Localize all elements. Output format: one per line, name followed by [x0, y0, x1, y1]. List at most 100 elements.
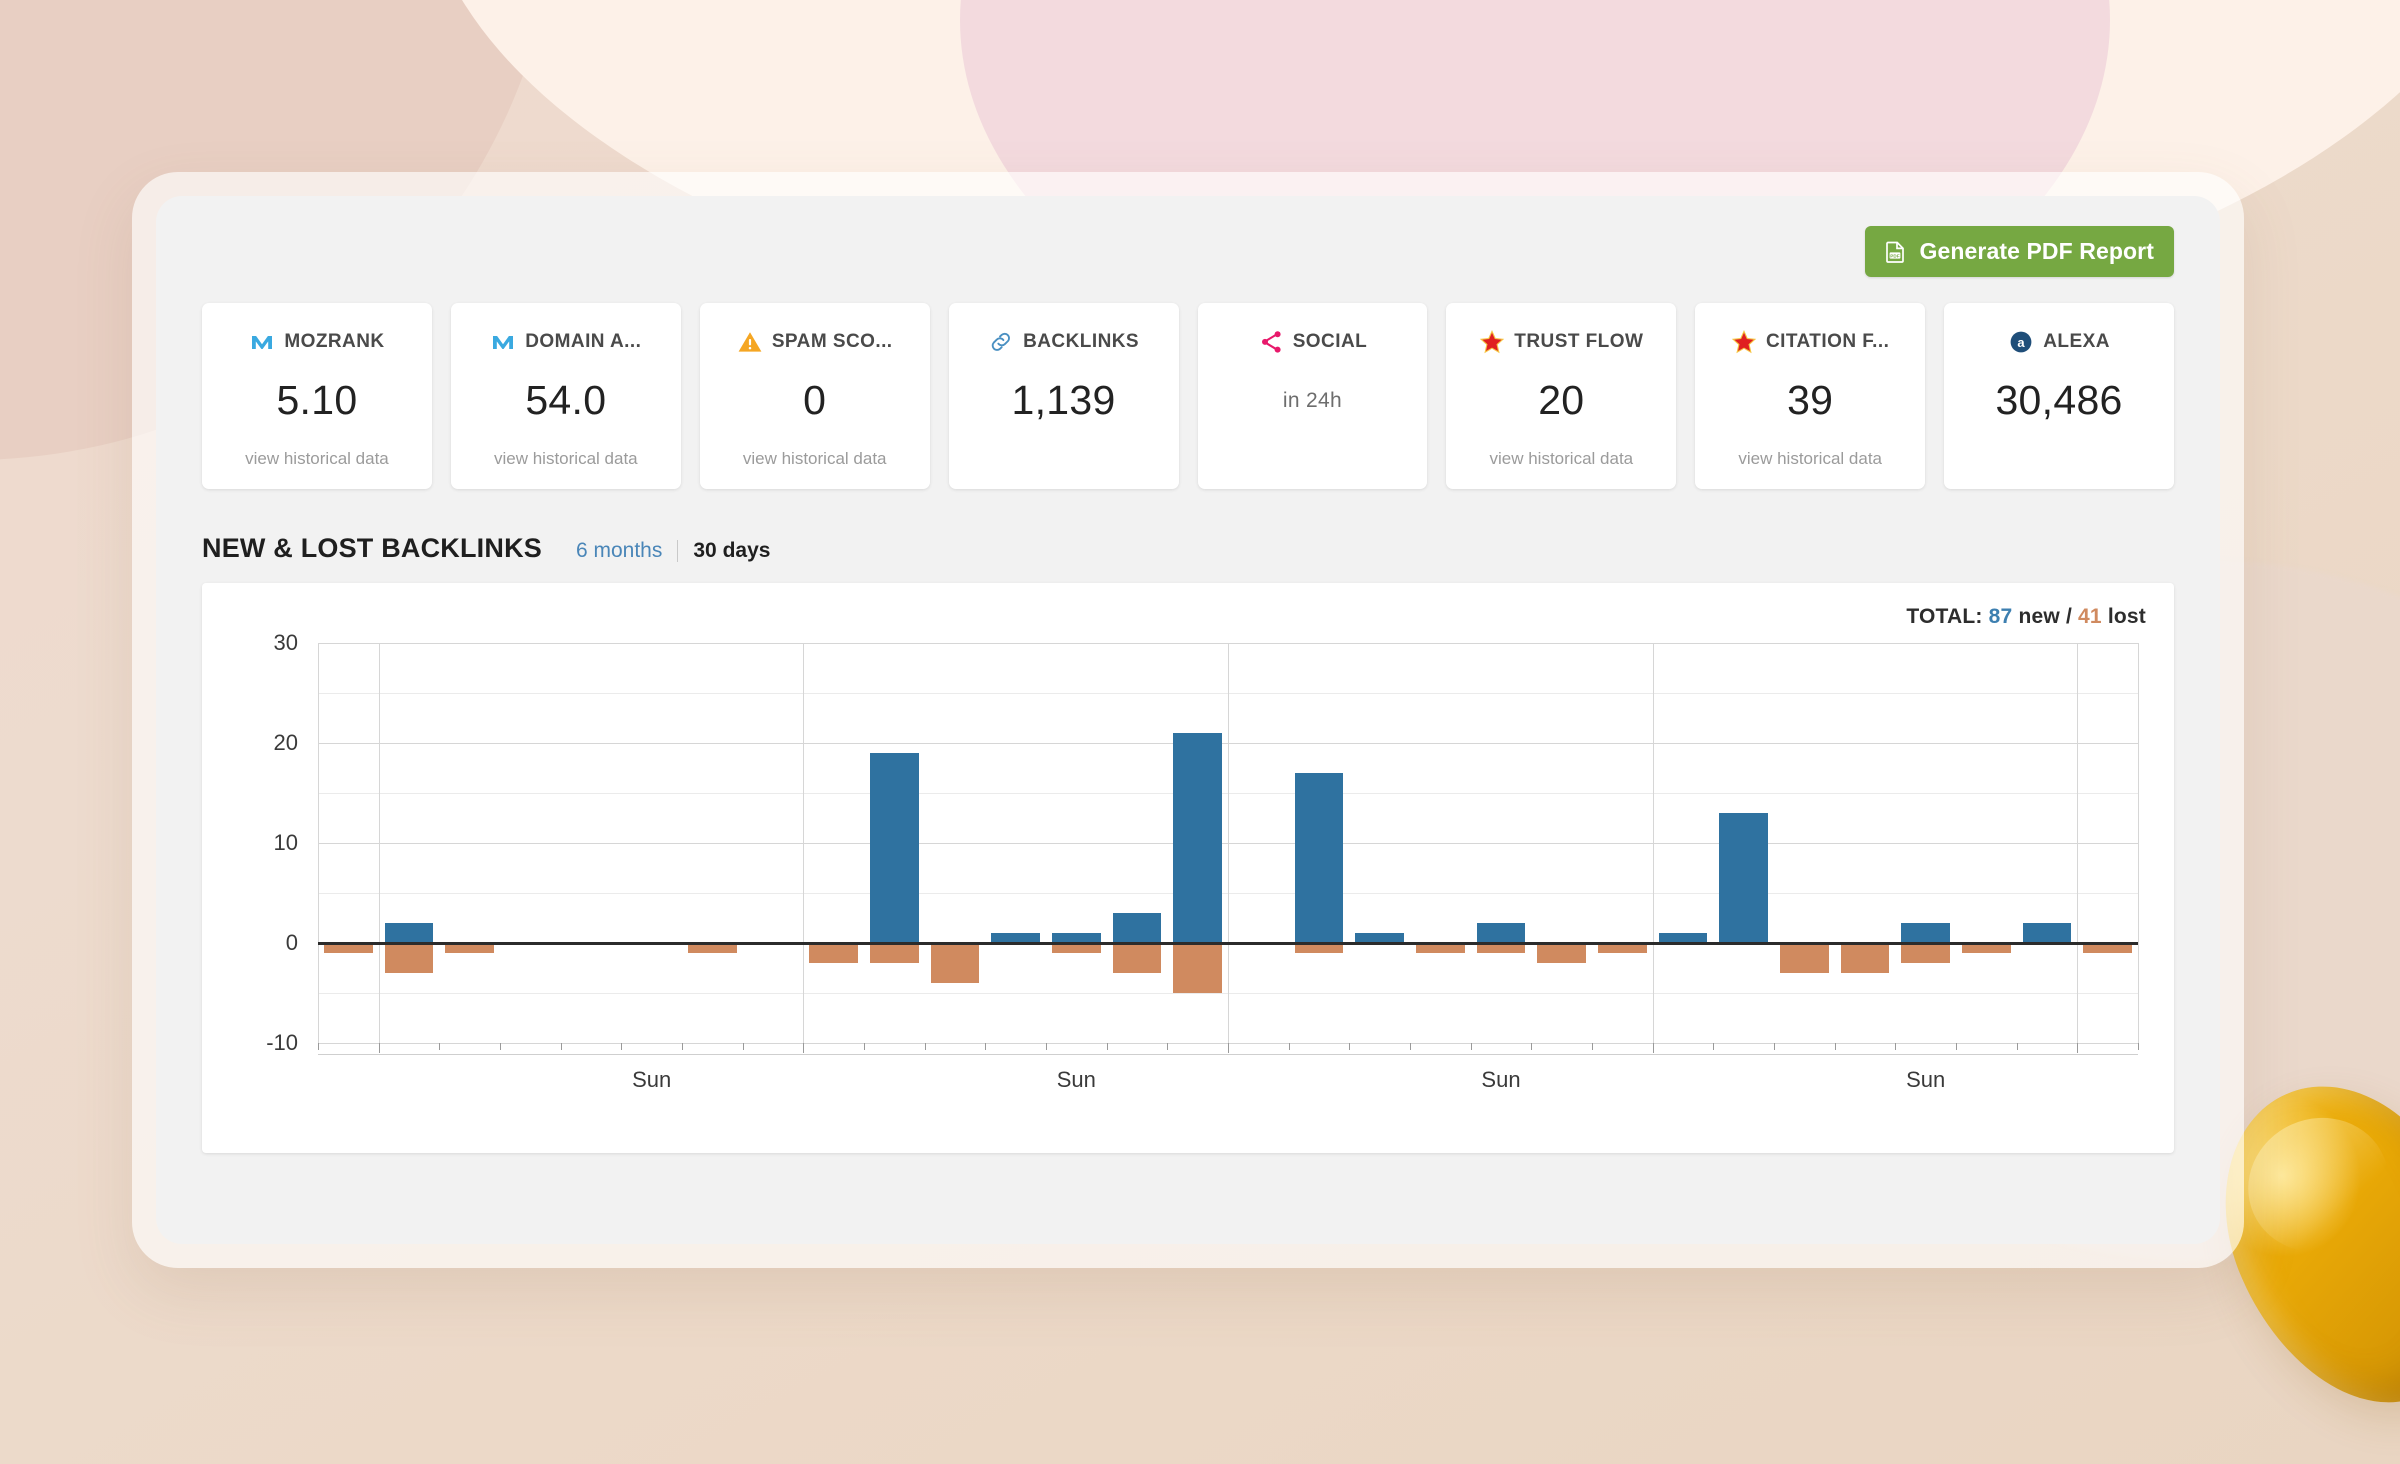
chart-x-tick [1652, 1043, 1654, 1053]
moz-logo-icon [249, 329, 275, 355]
total-prefix: TOTAL: [1906, 605, 1983, 628]
metric-card-value: in 24h [1282, 389, 1342, 412]
metric-card-historical-link[interactable]: view historical data [743, 449, 887, 469]
chart-x-tick [1167, 1043, 1169, 1050]
backlinks-chart-panel: TOTAL: 87 new / 41 lost 30 20 10 0 -10 Sun Su… [202, 583, 2174, 1153]
metric-card-header: DOMAIN A... [461, 329, 671, 355]
total-separator: / [2065, 605, 2072, 628]
warning-triangle-icon [737, 329, 763, 355]
section-header: NEW & LOST BACKLINKS 6 months 30 days [202, 533, 2174, 564]
chart-bar-new[interactable] [1294, 773, 1344, 943]
chart-bar-lost[interactable] [870, 943, 919, 963]
chart-x-tick [1895, 1043, 1897, 1050]
generate-pdf-report-label: Generate PDF Report [1919, 238, 2154, 264]
metric-card-header: SPAM SCO... [710, 329, 920, 355]
chart-bar-lost[interactable] [1173, 943, 1222, 993]
chart-gridline-vertical [1652, 643, 1654, 1043]
chart-bar-new[interactable] [1719, 813, 1768, 943]
metric-card-backlinks[interactable]: BACKLINKS 1,139 [948, 303, 1179, 489]
chart-bar-lost[interactable] [1840, 943, 1890, 973]
chart-bar-new[interactable] [870, 753, 919, 943]
chart-bar-new[interactable] [384, 923, 434, 943]
metric-card-value: 30,486 [1995, 377, 2123, 423]
metric-card-label: CITATION F... [1766, 331, 1890, 352]
alexa-logo-icon: a [2008, 329, 2034, 355]
metric-card-historical-link[interactable]: view historical data [245, 449, 389, 469]
chart-bar-lost[interactable] [1537, 943, 1586, 963]
metric-card-domain-a[interactable]: DOMAIN A... 54.0 view historical data [450, 303, 681, 489]
page-title: NEW & LOST BACKLINKS [202, 533, 542, 563]
metric-card-historical-link[interactable]: view historical data [494, 449, 638, 469]
metric-card-value: 0 [803, 377, 827, 423]
metric-card-label: SPAM SCO... [771, 331, 893, 352]
chart-bar-new[interactable] [1901, 923, 1950, 943]
metric-card-trust-flow[interactable]: TRUST FLOW 20 view historical data [1446, 303, 1677, 489]
metric-card-header: a ALEXA [1954, 329, 2164, 355]
chart-bar-new[interactable] [1476, 923, 1526, 943]
chart-bar-lost[interactable] [384, 943, 434, 973]
chart-gridline-vertical [1228, 643, 1229, 1043]
chart-gridline-vertical [2077, 643, 2079, 1043]
chart-gridline-vertical [378, 643, 380, 1043]
chart-x-tick [2016, 1043, 2018, 1050]
chart-x-tick [803, 1043, 805, 1053]
chart-bar-new[interactable] [1173, 733, 1222, 943]
chart-bar-lost[interactable] [1112, 943, 1162, 973]
range-6-months-link[interactable]: 6 months [576, 539, 662, 563]
metric-card-spam-sco[interactable]: SPAM SCO... 0 view historical data [699, 303, 930, 489]
chart-x-tick [1046, 1043, 1047, 1050]
chart-gridline-vertical [2138, 643, 2139, 1043]
chart-gridline-vertical [318, 643, 319, 1043]
metric-card-mozrank[interactable]: MOZRANK 5.10 view historical data [202, 303, 432, 489]
chart-bar-lost[interactable] [1901, 943, 1950, 963]
chart-x-tick [1410, 1043, 1411, 1050]
chart-x-tick [439, 1043, 441, 1050]
metric-card-value: 54.0 [525, 377, 607, 423]
range-30-days-link[interactable]: 30 days [693, 539, 770, 563]
chart-zero-line [318, 942, 2138, 945]
chart-x-tick [621, 1043, 623, 1050]
chart-x-tick [2077, 1043, 2079, 1053]
metric-card-historical-link[interactable]: view historical data [1490, 449, 1634, 469]
generate-pdf-report-button[interactable]: PDF Generate PDF Report [1865, 226, 2174, 277]
metric-card-historical-link[interactable]: view historical data [1738, 449, 1882, 469]
chart-bar-new[interactable] [2022, 923, 2072, 943]
metric-card-label: MOZRANK [284, 331, 385, 352]
chart-x-tick [1956, 1043, 1957, 1050]
chart-x-tick [2138, 1043, 2139, 1050]
chart-plot-canvas: 30 20 10 0 -10 [266, 630, 2139, 1055]
date-range-toggle: 6 months 30 days [576, 539, 770, 563]
metric-card-header: CITATION F... [1705, 329, 1915, 355]
metric-card-alexa[interactable]: a ALEXA 30,486 [1944, 303, 2174, 489]
metric-card-citation-f[interactable]: CITATION F... 39 view historical data [1695, 303, 1926, 489]
chart-bar-lost[interactable] [809, 943, 858, 963]
chart-x-tick [864, 1043, 865, 1050]
chart-x-tick-labels: Sun Sun Sun Sun [318, 1067, 2138, 1107]
chart-bar-lost[interactable] [930, 943, 980, 983]
chart-x-tick [924, 1043, 926, 1050]
metric-card-header: BACKLINKS [959, 329, 1169, 355]
chart-y-tick-label: 20 [273, 730, 298, 755]
chart-bar-lost[interactable] [1780, 943, 1829, 973]
total-lost-word: lost [2107, 605, 2146, 628]
chart-x-tick [500, 1043, 501, 1050]
svg-text:PDF: PDF [1891, 253, 1901, 258]
metric-card-value: 5.10 [276, 377, 358, 423]
chart-gridline-vertical [803, 643, 805, 1043]
chart-x-axis-line [318, 1054, 2138, 1055]
metric-card-value: 39 [1787, 377, 1834, 423]
total-new-word: new [2018, 605, 2060, 628]
pdf-file-icon: PDF [1882, 239, 1908, 265]
metric-card-header: MOZRANK [212, 329, 422, 355]
chart-bar-new[interactable] [1112, 913, 1162, 943]
link-chain-icon [988, 329, 1014, 355]
app-window-frame: PDF Generate PDF Report MOZRANK 5.10 view … [132, 172, 2244, 1268]
chart-x-tick [1592, 1043, 1593, 1050]
chart-x-tick [560, 1043, 562, 1050]
toolbar: PDF Generate PDF Report [202, 226, 2174, 277]
star-icon [1479, 329, 1505, 355]
total-lost-count: 41 [2078, 605, 2102, 628]
total-new-count: 87 [1988, 605, 2013, 628]
metric-card-social[interactable]: SOCIAL in 24h [1197, 303, 1428, 489]
metric-card-label: SOCIAL [1292, 331, 1368, 352]
